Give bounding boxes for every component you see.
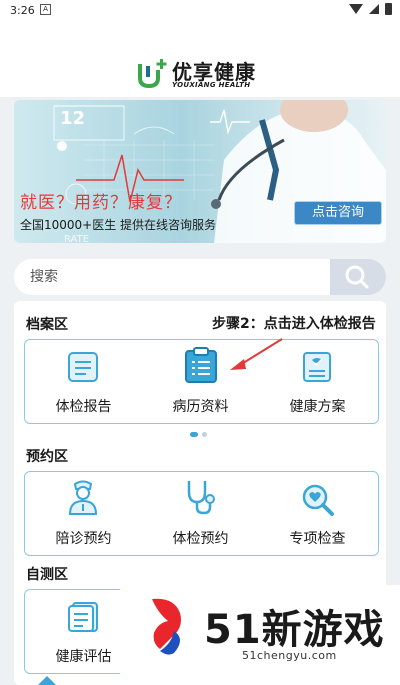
banner-description: 全国10000+医生 提供在线咨询服务 — [20, 218, 217, 232]
wifi-icon — [349, 4, 363, 14]
archive-grid: 体检报告 病历资料 健康方案 — [24, 339, 379, 424]
app-logo-icon — [138, 59, 167, 89]
tile-label: 专项检查 — [289, 531, 346, 547]
appointment-grid: 陪诊预约 体检预约 专项检查 — [24, 471, 379, 556]
step-hint: 步骤2：点击进入体检报告 — [212, 316, 376, 332]
notification-icon: A — [40, 4, 51, 15]
tile-special-exam[interactable]: 专项检查 — [259, 472, 376, 555]
status-bar: 3:26 A — [0, 0, 400, 22]
magnifier-heart-icon — [302, 484, 334, 516]
banner-readout: 12 — [60, 108, 86, 129]
tile-label: 体检预约 — [172, 531, 229, 547]
tile-checkup-booking[interactable]: 体检预约 — [142, 472, 259, 555]
clipboard-icon — [185, 347, 217, 383]
search-button[interactable] — [330, 259, 386, 295]
search-bar — [14, 259, 386, 295]
tile-escort-booking[interactable]: 陪诊预约 — [25, 472, 142, 555]
consult-button[interactable]: 点击咨询 — [294, 201, 382, 225]
tile-physical-report[interactable]: 体检报告 — [25, 340, 142, 423]
health-plan-icon — [303, 352, 331, 382]
battery-icon — [385, 3, 392, 15]
assessment-icon — [68, 602, 98, 632]
signal-icon — [369, 4, 379, 14]
page-indicator — [190, 432, 207, 437]
banner-headline: 就医？用药？康复？ — [20, 193, 182, 213]
self-test-section-title: 自测区 — [26, 567, 68, 583]
bottom-tab-indicator — [38, 676, 56, 685]
watermark-overlay: 51新游戏 51chengyu.com — [120, 585, 400, 685]
banner-rate-label: RATE — [64, 234, 90, 243]
promo-banner[interactable]: 12 RATE 就医？用药？康复？ 全国10000+医生 提供在线咨询服务 点击… — [14, 100, 386, 243]
status-time: 3:26 — [10, 4, 35, 17]
report-icon — [68, 352, 98, 382]
app-header: 优享健康 YOUXIANG HEALTH — [0, 22, 400, 97]
tile-label: 陪诊预约 — [55, 531, 112, 547]
red-arrow-annotation — [230, 338, 283, 370]
watermark-logo-icon — [152, 598, 181, 655]
watermark-text: 51新游戏 — [204, 607, 385, 653]
nurse-icon — [68, 480, 98, 515]
page-dot — [202, 432, 207, 437]
archive-section-title: 档案区 — [26, 317, 68, 333]
tile-label: 健康方案 — [289, 399, 346, 415]
tile-label: 体检报告 — [55, 399, 112, 415]
search-input[interactable] — [14, 259, 330, 295]
brand-subtitle: YOUXIANG HEALTH — [172, 81, 251, 89]
search-icon — [345, 265, 369, 289]
tile-label: 病历资料 — [172, 399, 229, 415]
page-dot-active — [190, 432, 198, 437]
appointment-section-title: 预约区 — [26, 449, 68, 465]
watermark-url: 51chengyu.com — [242, 649, 337, 662]
stethoscope-icon — [187, 481, 215, 515]
status-icons — [349, 3, 392, 15]
